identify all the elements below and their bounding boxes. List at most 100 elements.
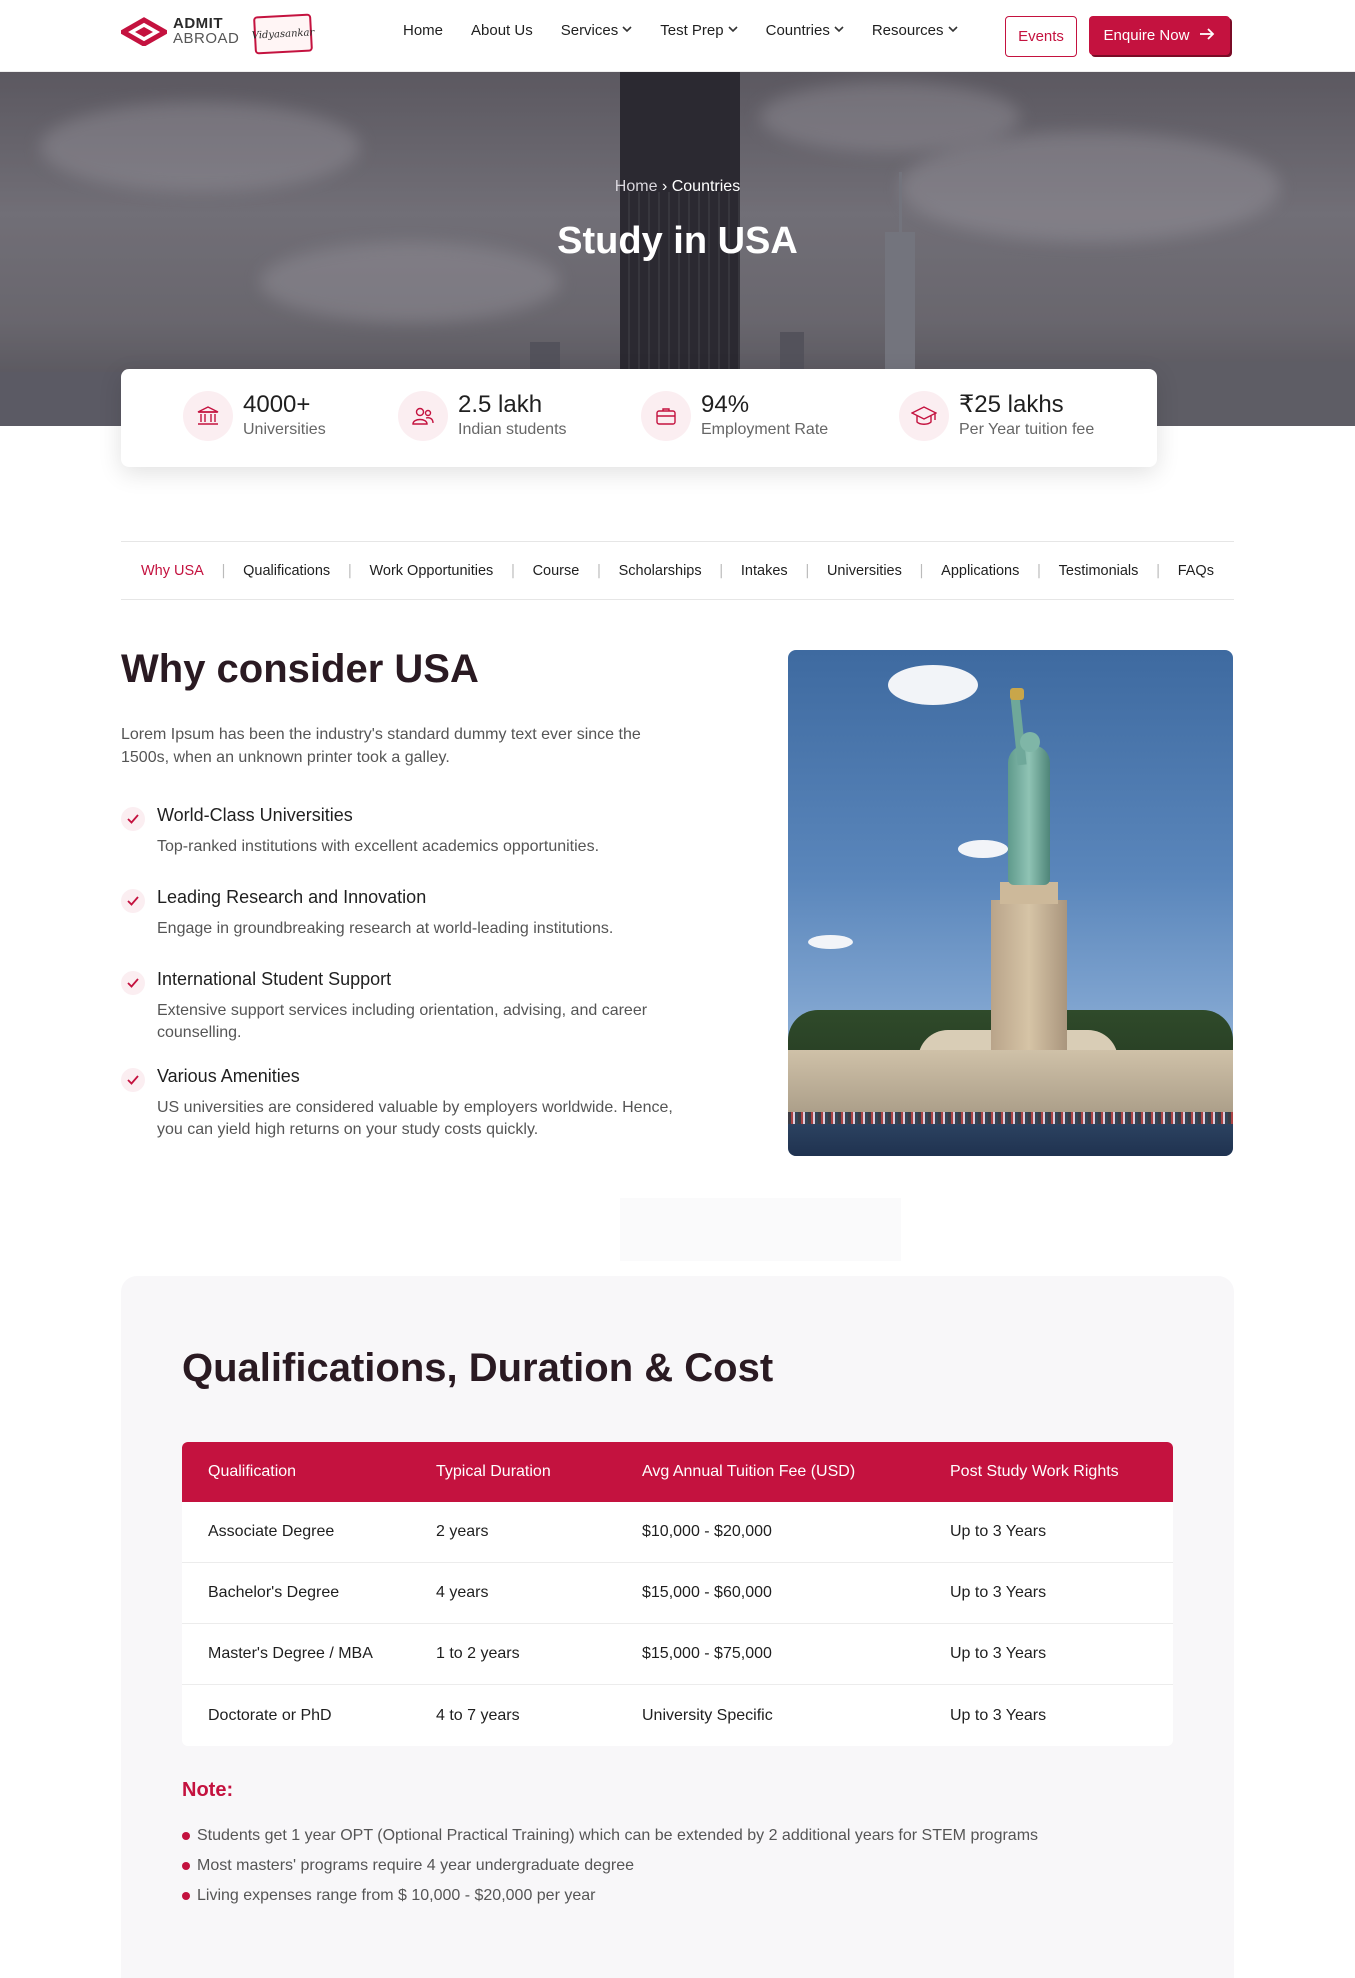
nav-home[interactable]: Home [403, 22, 443, 39]
why-section-title: Why consider USA [121, 647, 479, 691]
tab-separator: | [1036, 562, 1042, 579]
arrow-right-icon [1199, 26, 1215, 46]
chevron-down-icon [622, 25, 632, 36]
nav-services[interactable]: Services [561, 22, 633, 39]
stat-value: 94% [701, 391, 750, 418]
chevron-down-icon [728, 25, 738, 36]
table-cell: 4 years [436, 1584, 489, 1601]
table-header-cell: Post Study Work Rights [950, 1463, 1119, 1480]
feature-description: Engage in groundbreaking research at wor… [157, 920, 614, 937]
chevron-down-icon [947, 25, 958, 36]
university-icon [183, 391, 233, 441]
table-cell: Master's Degree / MBA [208, 1645, 373, 1662]
tab-separator: | [596, 562, 602, 579]
feature-title: Various Amenities [157, 1066, 300, 1086]
tab-why-usa[interactable]: Why USA [141, 563, 204, 579]
feature-title: World-Class Universities [157, 805, 353, 825]
stat-label: Employment Rate [701, 421, 829, 438]
note-list: Students get 1 year OPT (Optional Practi… [182, 1821, 1038, 1911]
feature-title: Leading Research and Innovation [157, 887, 427, 907]
check-icon [121, 807, 145, 831]
feature-title: International Student Support [157, 969, 392, 989]
tab-faqs[interactable]: FAQs [1178, 563, 1214, 579]
nav-label: Home [403, 22, 444, 39]
tab-testimonials[interactable]: Testimonials [1059, 563, 1139, 579]
qualifications-title: Qualifications, Duration & Cost [182, 1346, 774, 1390]
table-cell: 1 to 2 years [436, 1645, 520, 1662]
stat-label: Per Year tuition fee [959, 421, 1095, 438]
tab-qualifications[interactable]: Qualifications [243, 563, 330, 579]
table-row: Doctorate or PhD 4 to 7 years University… [182, 1685, 1173, 1746]
section-tabs: Why USA | Qualifications | Work Opportun… [121, 541, 1234, 600]
page-title: Study in USA [557, 220, 798, 262]
qualifications-section: Qualifications, Duration & Cost Qualific… [121, 1276, 1234, 1978]
tab-separator: | [510, 562, 516, 579]
tab-scholarships[interactable]: Scholarships [619, 563, 702, 579]
feature-description: US universities are considered valuable … [157, 1099, 673, 1138]
nav-label: Test Prep [660, 22, 724, 39]
tab-separator: | [804, 562, 810, 579]
brand-logo[interactable]: ADMIT ABROAD [117, 15, 240, 47]
events-button-label: Events [1018, 28, 1064, 45]
tab-applications[interactable]: Applications [941, 563, 1019, 579]
page: ADMIT ABROAD Vidyasankar Home About Us S… [0, 0, 1355, 1978]
nav-label: About Us [471, 22, 533, 39]
logo-mark-icon [117, 16, 171, 47]
table-row: Master's Degree / MBA 1 to 2 years $15,0… [182, 1624, 1173, 1685]
statue-of-liberty-image [788, 650, 1233, 1156]
table-cell: Associate Degree [208, 1523, 335, 1540]
tab-separator: | [347, 562, 353, 579]
table-header-cell: Avg Annual Tuition Fee (USD) [642, 1463, 856, 1480]
table-cell: Bachelor's Degree [208, 1584, 340, 1601]
tab-separator: | [1155, 562, 1161, 579]
table-cell: $15,000 - $60,000 [642, 1584, 772, 1601]
table-row: Bachelor's Degree 4 years $15,000 - $60,… [182, 1563, 1173, 1624]
site-header: ADMIT ABROAD Vidyasankar Home About Us S… [0, 0, 1355, 72]
tab-intakes[interactable]: Intakes [741, 563, 788, 579]
nav-test-prep[interactable]: Test Prep [660, 22, 738, 39]
tab-separator: | [718, 562, 724, 579]
feature-description: Top-ranked institutions with excellent a… [157, 838, 600, 855]
stat-value: 4000+ [243, 391, 311, 418]
nav-label: Services [560, 22, 619, 39]
table-header-cell: Qualification [208, 1463, 297, 1480]
tab-work-opportunities[interactable]: Work Opportunities [369, 563, 493, 579]
logo-line1: ADMIT [173, 15, 223, 32]
tab-universities[interactable]: Universities [827, 563, 902, 579]
stat-label: Universities [243, 421, 326, 438]
table-cell: Up to 3 Years [950, 1706, 1047, 1724]
table-cell: 4 to 7 years [436, 1706, 520, 1724]
table-cell: Up to 3 Years [950, 1523, 1047, 1540]
tab-course[interactable]: Course [533, 563, 580, 579]
table-cell: $15,000 - $75,000 [642, 1645, 772, 1662]
breadcrumb-home[interactable]: Home [615, 178, 658, 195]
nav-label: Countries [765, 22, 830, 39]
enquire-now-button[interactable]: Enquire Now [1089, 16, 1230, 55]
check-icon [121, 1068, 145, 1092]
qualifications-table: Qualification Typical Duration Avg Annua… [182, 1442, 1173, 1746]
placeholder-box [620, 1198, 901, 1261]
briefcase-icon [641, 391, 691, 441]
breadcrumb-current[interactable]: Countries [672, 178, 740, 195]
main-nav: Home About Us Services Test Prep Countri… [403, 22, 986, 39]
stat-indian-students: 2.5 lakh Indian students [398, 391, 567, 441]
stat-tuition-fee: ₹25 lakhs Per Year tuition fee [899, 391, 1094, 441]
enquire-button-label: Enquire Now [1103, 27, 1190, 44]
table-cell: $10,000 - $20,000 [642, 1523, 772, 1540]
graduation-cap-icon [899, 391, 949, 441]
nav-countries[interactable]: Countries [766, 22, 844, 39]
partner-badge-text: Vidyasankar [251, 26, 315, 42]
table-row: Associate Degree 2 years $10,000 - $20,0… [182, 1502, 1173, 1563]
events-button[interactable]: Events [1005, 16, 1077, 57]
nav-about-us[interactable]: About Us [471, 22, 533, 39]
tab-separator: | [919, 562, 924, 579]
table-cell: Doctorate or PhD [208, 1706, 332, 1724]
note-item: Living expenses range from $ 10,000 - $2… [182, 1881, 1038, 1911]
table-cell: Up to 3 Years [950, 1584, 1047, 1601]
table-header-cell: Typical Duration [436, 1463, 551, 1480]
partner-badge: Vidyasankar [251, 13, 315, 55]
why-intro-text: Lorem Ipsum has been the industry's stan… [121, 726, 641, 766]
nav-resources[interactable]: Resources [872, 22, 958, 39]
logo-line2: ABROAD [173, 30, 240, 47]
check-icon [121, 889, 145, 913]
